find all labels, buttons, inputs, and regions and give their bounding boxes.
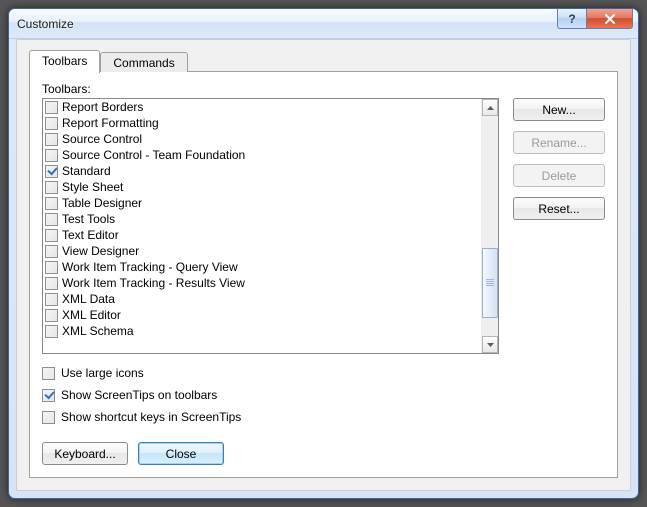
tabpage-toolbars: Toolbars: Report BordersReport Formattin… <box>29 71 618 478</box>
checkbox-icon[interactable] <box>42 389 55 402</box>
list-item[interactable]: Report Formatting <box>43 115 481 131</box>
window-controls: ? <box>557 9 638 38</box>
checkbox-icon[interactable] <box>45 149 58 162</box>
list-item-label: Standard <box>62 164 111 179</box>
list-item[interactable]: XML Editor <box>43 307 481 323</box>
tab-toolbars[interactable]: Toolbars <box>29 50 100 73</box>
checkbox-icon[interactable] <box>45 325 58 338</box>
chevron-down-icon <box>487 343 494 347</box>
list-item-label: Test Tools <box>62 212 115 227</box>
checkbox-icon[interactable] <box>42 367 55 380</box>
tabstrip: Toolbars Commands <box>29 50 618 72</box>
list-item[interactable]: Work Item Tracking - Query View <box>43 259 481 275</box>
list-item[interactable]: Work Item Tracking - Results View <box>43 275 481 291</box>
list-item[interactable]: XML Schema <box>43 323 481 339</box>
list-item[interactable]: Style Sheet <box>43 179 481 195</box>
checkbox-icon[interactable] <box>45 277 58 290</box>
option-row[interactable]: Show shortcut keys in ScreenTips <box>42 410 605 424</box>
list-item-label: XML Schema <box>62 324 134 339</box>
side-buttons: New... Rename... Delete Reset... <box>513 98 605 354</box>
chevron-up-icon <box>487 106 494 110</box>
list-item[interactable]: Standard <box>43 163 481 179</box>
vertical-scrollbar[interactable] <box>481 99 498 353</box>
checkbox-icon[interactable] <box>45 245 58 258</box>
option-label: Show shortcut keys in ScreenTips <box>61 410 241 424</box>
checkbox-icon[interactable] <box>45 117 58 130</box>
upper-row: Toolbars: Report BordersReport Formattin… <box>42 82 605 354</box>
checkbox-icon[interactable] <box>45 309 58 322</box>
delete-button[interactable]: Delete <box>513 164 605 187</box>
tab-label: Commands <box>113 56 174 70</box>
scroll-thumb[interactable] <box>482 248 498 318</box>
list-item[interactable]: Report Borders <box>43 99 481 115</box>
checkbox-icon[interactable] <box>45 197 58 210</box>
checkbox-icon[interactable] <box>45 213 58 226</box>
checkbox-icon[interactable] <box>42 411 55 424</box>
list-item-label: Work Item Tracking - Query View <box>62 260 238 275</box>
keyboard-button[interactable]: Keyboard... <box>42 442 128 465</box>
list-item-label: View Designer <box>62 244 139 259</box>
list-item-label: Source Control - Team Foundation <box>62 148 245 163</box>
list-item[interactable]: Source Control - Team Foundation <box>43 147 481 163</box>
list-item-label: Work Item Tracking - Results View <box>62 276 245 291</box>
listbox-column: Toolbars: Report BordersReport Formattin… <box>42 82 499 354</box>
tab-commands[interactable]: Commands <box>100 52 187 72</box>
toolbars-listbox[interactable]: Report BordersReport FormattingSource Co… <box>42 98 499 354</box>
list-item[interactable]: Source Control <box>43 131 481 147</box>
close-window-button[interactable] <box>587 9 633 29</box>
list-item-label: Style Sheet <box>62 180 123 195</box>
close-button[interactable]: Close <box>138 442 224 465</box>
close-icon <box>604 14 616 24</box>
list-item-label: Report Borders <box>62 100 143 115</box>
checkbox-icon[interactable] <box>45 101 58 114</box>
option-label: Use large icons <box>61 366 144 380</box>
rename-button[interactable]: Rename... <box>513 131 605 154</box>
titlebar[interactable]: Customize ? <box>9 9 638 39</box>
listbox-label: Toolbars: <box>42 82 499 96</box>
list-item-label: XML Data <box>62 292 115 307</box>
client-area: Toolbars Commands Toolbars: Report Borde… <box>16 39 631 491</box>
scroll-down-button[interactable] <box>482 336 498 353</box>
scroll-track[interactable] <box>482 116 498 336</box>
checkbox-icon[interactable] <box>45 181 58 194</box>
scroll-up-button[interactable] <box>482 99 498 116</box>
checkbox-icon[interactable] <box>45 165 58 178</box>
list-item-label: Source Control <box>62 132 142 147</box>
list-item[interactable]: Test Tools <box>43 211 481 227</box>
list-item[interactable]: Text Editor <box>43 227 481 243</box>
list-item[interactable]: Table Designer <box>43 195 481 211</box>
checkbox-icon[interactable] <box>45 133 58 146</box>
list-item-label: Text Editor <box>62 228 119 243</box>
new-button[interactable]: New... <box>513 98 605 121</box>
option-label: Show ScreenTips on toolbars <box>61 388 217 402</box>
listbox-items: Report BordersReport FormattingSource Co… <box>43 99 481 353</box>
bottom-bar: Keyboard... Close <box>42 442 605 465</box>
option-row[interactable]: Show ScreenTips on toolbars <box>42 388 605 402</box>
checkbox-icon[interactable] <box>45 261 58 274</box>
help-button[interactable]: ? <box>557 9 587 29</box>
reset-button[interactable]: Reset... <box>513 197 605 220</box>
list-item-label: XML Editor <box>62 308 121 323</box>
list-item[interactable]: View Designer <box>43 243 481 259</box>
window-title: Customize <box>17 17 557 31</box>
scroll-grip-icon <box>486 279 494 287</box>
list-item-label: Table Designer <box>62 196 142 211</box>
checkbox-icon[interactable] <box>45 229 58 242</box>
option-row[interactable]: Use large icons <box>42 366 605 380</box>
list-item-label: Report Formatting <box>62 116 159 131</box>
checkbox-icon[interactable] <box>45 293 58 306</box>
list-item[interactable]: XML Data <box>43 291 481 307</box>
tab-label: Toolbars <box>42 54 87 68</box>
customize-dialog: Customize ? Toolbars Commands Toolbars: <box>8 8 639 499</box>
